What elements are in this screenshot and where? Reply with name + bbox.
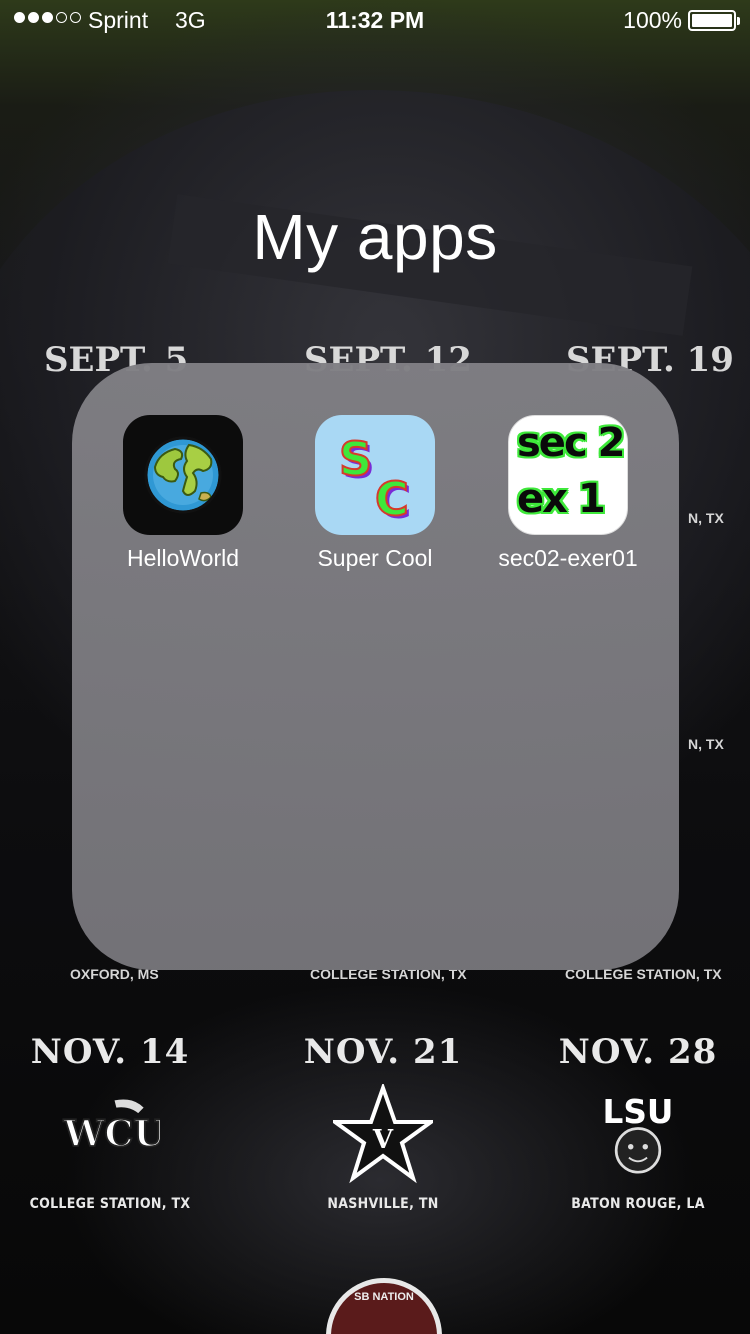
schedule-item: NOV. 14 WCU COLLEGE STATION, TX xyxy=(0,1032,220,1212)
schedule-item: NOV. 28 LSU BATON ROUGE, LA xyxy=(528,1032,748,1212)
battery-fill xyxy=(692,14,732,27)
app-helloworld[interactable]: HelloWorld xyxy=(98,415,268,572)
app-super-cool[interactable]: S S C C Super Cool xyxy=(290,415,460,572)
folder-title[interactable]: My apps xyxy=(0,200,750,274)
schedule-item: NOV. 21 V NASHVILLE, TN xyxy=(273,1032,493,1212)
svg-text:V: V xyxy=(372,1125,394,1155)
lsu-logo: LSU xyxy=(588,1084,688,1184)
battery-percent: 100% xyxy=(623,7,682,33)
app-label: Super Cool xyxy=(317,545,433,571)
svg-text:S: S xyxy=(339,432,372,486)
icon-text: ex 1 xyxy=(517,476,606,522)
schedule-location: BATON ROUGE, LA xyxy=(571,1196,705,1212)
schedule-date: NOV. 28 xyxy=(558,1032,718,1072)
schedule-location: COLLEGE STATION, TX xyxy=(29,1196,191,1212)
badge-text: SB NATION xyxy=(354,1291,414,1303)
schedule-location-partial: N, TX xyxy=(688,510,724,526)
schedule-location: NASHVILLE, TN xyxy=(327,1196,439,1212)
app-label: sec02-exer01 xyxy=(498,545,638,571)
app-sec02-exer01[interactable]: sec 2 ex 1 sec02-exer01 xyxy=(483,415,653,572)
status-bar: Sprint 3G 11:32 PM 100% xyxy=(0,0,750,40)
vanderbilt-star-logo: V xyxy=(333,1084,433,1184)
svg-text:WCU: WCU xyxy=(63,1112,160,1155)
schedule-date: NOV. 14 xyxy=(30,1032,190,1072)
sb-nation-badge: SB NATION xyxy=(326,1278,442,1334)
schedule-date: NOV. 21 xyxy=(303,1032,463,1072)
sec2-ex1-icon[interactable]: sec 2 ex 1 xyxy=(508,415,628,535)
svg-text:C: C xyxy=(375,472,409,526)
battery-icon xyxy=(688,10,740,31)
icon-text: sec 2 xyxy=(517,420,625,466)
app-label: HelloWorld xyxy=(126,545,240,571)
app-folder: HelloWorld S S C C Super Cool sec 2 ex 1… xyxy=(72,363,679,970)
wcu-logo: WCU xyxy=(60,1084,160,1184)
sc-letters-icon[interactable]: S S C C xyxy=(315,415,435,535)
svg-text:LSU: LSU xyxy=(603,1093,674,1131)
schedule-location-partial: N, TX xyxy=(688,736,724,752)
globe-icon[interactable] xyxy=(123,415,243,535)
